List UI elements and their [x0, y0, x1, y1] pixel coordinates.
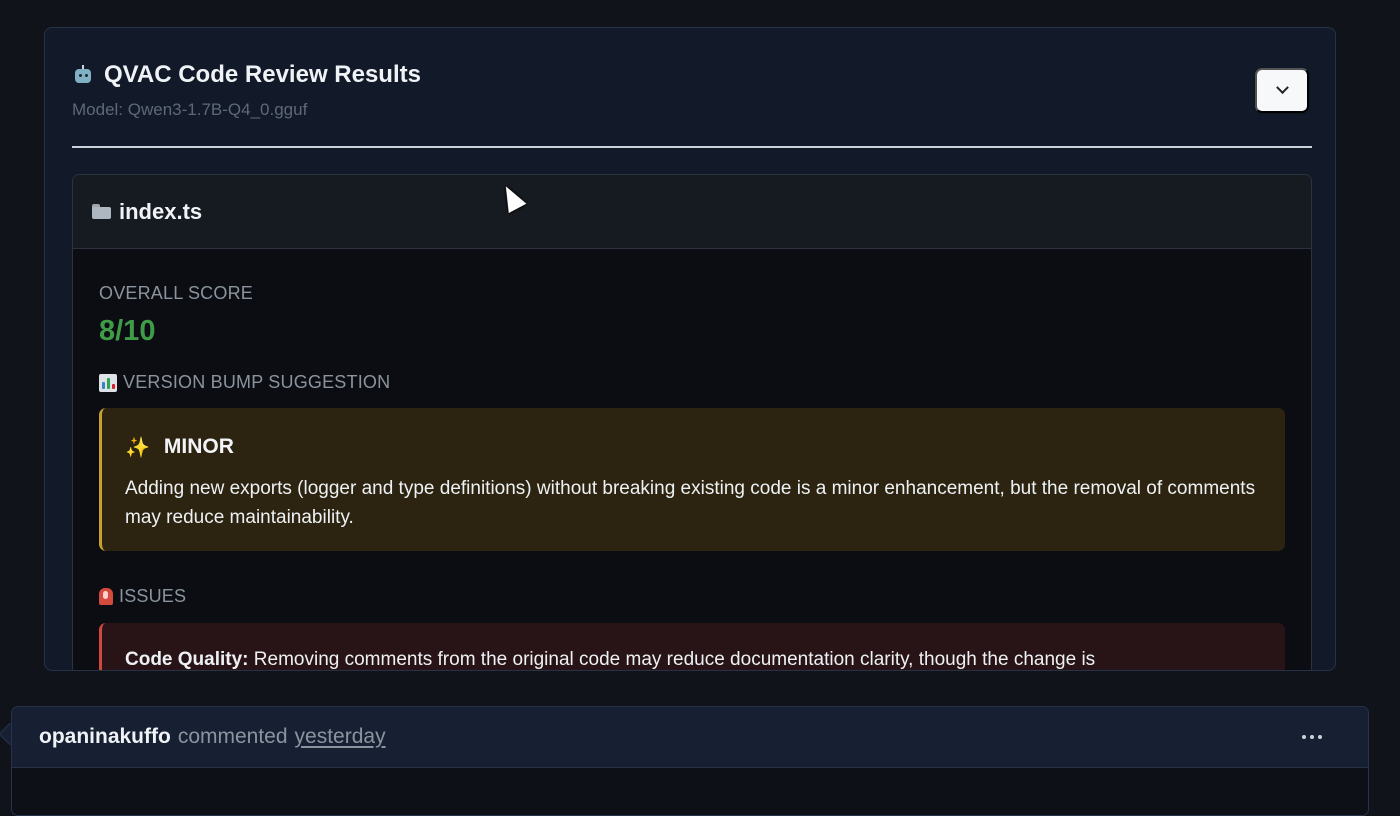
collapse-review-button[interactable]	[1255, 68, 1309, 113]
file-review-panel: index.ts OVERALL SCORE 8/10 VERSION BUMP…	[72, 174, 1312, 670]
comment-timestamp[interactable]: yesterday	[295, 725, 386, 749]
issue-description: Removing comments from the original code…	[253, 649, 1096, 670]
version-bump-heading: VERSION BUMP SUGGESTION	[99, 369, 1285, 396]
header-divider	[72, 146, 1312, 148]
issues-heading: ISSUES	[99, 584, 1285, 608]
issue-category: Code Quality:	[125, 649, 249, 670]
review-title-row: QVAC Code Review Results	[72, 58, 1312, 92]
version-bump-suggestion: ✨ MINOR Adding new exports (logger and t…	[99, 408, 1285, 551]
siren-icon	[99, 587, 113, 605]
bump-type: MINOR	[163, 435, 234, 458]
file-review-body: OVERALL SCORE 8/10 VERSION BUMP SUGGESTI…	[73, 249, 1311, 670]
file-name: index.ts	[119, 198, 203, 224]
bar-chart-icon	[99, 373, 117, 392]
sparkles-icon: ✨	[125, 435, 150, 459]
overall-score-value: 8/10	[99, 315, 156, 347]
robot-icon	[72, 64, 94, 86]
bump-reason: Adding new exports (logger and type defi…	[125, 478, 1256, 528]
model-name: Model: Qwen3-1.7B-Q4_0.gguf	[72, 100, 308, 119]
folder-icon	[92, 204, 111, 219]
bump-title-row: ✨ MINOR	[125, 435, 1261, 459]
issue-item: Code Quality: Removing comments from the…	[99, 623, 1285, 670]
chevron-down-icon	[1275, 81, 1289, 95]
comment-header: opaninakuffo commented yesterday	[12, 707, 1368, 768]
comment-card: opaninakuffo commented yesterday	[11, 706, 1369, 816]
overall-score-label: OVERALL SCORE	[99, 283, 253, 303]
comment-action: commented	[177, 725, 288, 748]
more-horizontal-icon	[1302, 735, 1306, 739]
code-review-results-card: QVAC Code Review Results Model: Qwen3-1.…	[44, 27, 1336, 671]
review-title: QVAC Code Review Results	[104, 61, 421, 88]
version-bump-label: VERSION BUMP SUGGESTION	[123, 372, 391, 392]
comment-author[interactable]: opaninakuffo	[39, 725, 171, 749]
review-header: QVAC Code Review Results Model: Qwen3-1.…	[72, 58, 1312, 120]
more-options-button[interactable]	[1298, 725, 1326, 749]
file-header[interactable]: index.ts	[73, 175, 1311, 249]
issues-label: ISSUES	[119, 585, 187, 606]
